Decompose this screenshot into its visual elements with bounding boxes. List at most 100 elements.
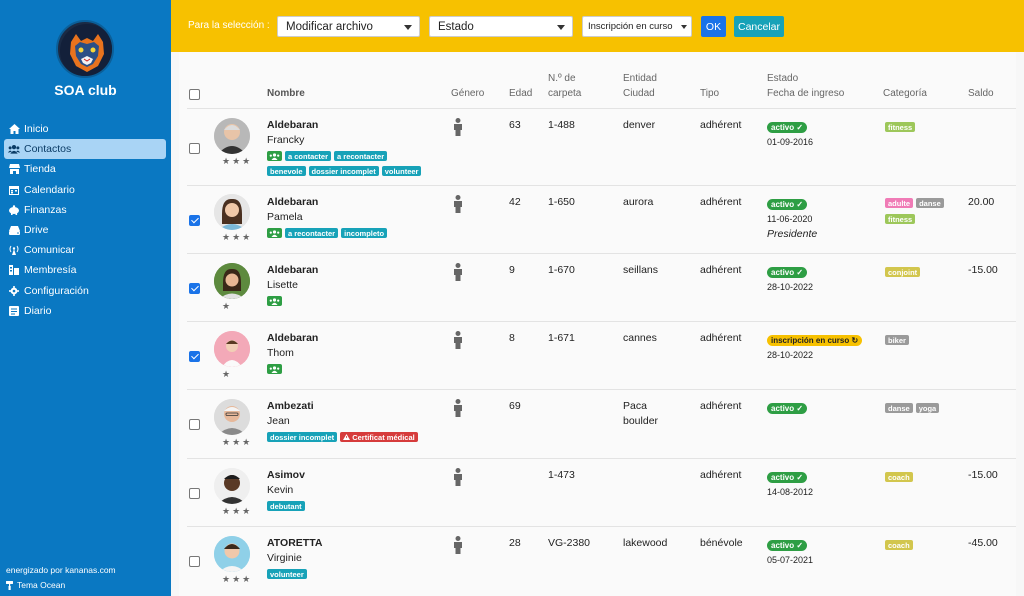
status-badge[interactable]: activo ✓	[767, 122, 808, 133]
category-tag[interactable]: coach	[885, 472, 913, 482]
col-header-tipo[interactable]: Tipo	[700, 86, 719, 101]
category-tag[interactable]: danse	[885, 403, 913, 413]
contact-last-name[interactable]: Aldebaran	[267, 331, 318, 346]
tag[interactable]: incompleto	[341, 228, 388, 238]
status-badge[interactable]: activo ✓	[767, 267, 808, 278]
col-header-edad[interactable]: Edad	[509, 86, 532, 101]
city-value: aurora	[623, 196, 654, 208]
tag[interactable]: dossier incomplet	[308, 166, 379, 176]
tag-certificate[interactable]: Certificat médical	[340, 432, 418, 442]
table-row[interactable]: ★★★ Aldebaran Pamela a recontacter incom…	[187, 185, 1016, 253]
club-logo[interactable]	[56, 20, 114, 78]
tag-list	[267, 296, 282, 306]
sidebar-item-calendario[interactable]: Calendario	[4, 180, 166, 200]
col-header-estado[interactable]: Estado Fecha de ingreso	[767, 71, 844, 101]
sidebar-item-comunicar[interactable]: Comunicar	[4, 240, 166, 260]
row-checkbox[interactable]	[189, 488, 200, 499]
tag[interactable]: benevole	[267, 166, 306, 176]
select-all-checkbox[interactable]	[189, 89, 200, 100]
category-tag[interactable]: fitness	[885, 122, 916, 132]
tag-list	[267, 364, 282, 374]
tag[interactable]: volunteer	[381, 166, 422, 176]
rating-stars: ★★★	[222, 506, 253, 516]
contact-last-name[interactable]: Asimov	[267, 468, 305, 483]
sidebar-item-finanzas[interactable]: Finanzas	[4, 200, 166, 220]
col-header-entidad[interactable]: Entidad Ciudad	[623, 71, 657, 101]
contact-last-name[interactable]: Aldebaran	[267, 263, 318, 278]
table-row[interactable]: ★ Aldebaran Lisette 9 1-670 seillans adh…	[187, 253, 1016, 321]
rating-stars: ★★★	[222, 574, 253, 584]
contact-last-name[interactable]: Ambezati	[267, 399, 314, 414]
col-header-saldo[interactable]: Saldo	[968, 86, 994, 101]
sidebar-item-drive[interactable]: Drive	[4, 220, 166, 240]
field-select[interactable]: Estado	[429, 16, 573, 37]
col-header-categoria[interactable]: Categoría	[883, 86, 927, 101]
tag[interactable]: volunteer	[267, 569, 307, 579]
tag[interactable]: dossier incomplet	[267, 432, 338, 442]
join-date: 28-10-2022	[767, 282, 814, 292]
col-header-carpeta-line1: N.º de	[548, 73, 576, 84]
row-checkbox[interactable]	[189, 556, 200, 567]
contact-last-name[interactable]: ATORETTA	[267, 536, 322, 551]
age-value: 9	[509, 264, 515, 276]
person-icon	[454, 331, 462, 349]
type-value: adhérent	[700, 264, 742, 276]
avatar	[214, 194, 250, 230]
category-tag[interactable]: coach	[885, 540, 913, 550]
sidebar-item-tienda[interactable]: Tienda	[4, 159, 166, 179]
status-badge[interactable]: activo ✓	[767, 199, 808, 210]
sidebar-item-configuracion[interactable]: Configuración	[4, 281, 166, 301]
cancel-button[interactable]: Cancelar	[734, 16, 784, 37]
contact-first-name: Kevin	[267, 484, 294, 496]
contact-last-name[interactable]: Aldebaran	[267, 118, 318, 133]
category-tag[interactable]: biker	[885, 335, 909, 345]
category-tag[interactable]: danse	[916, 198, 944, 208]
age-value: 63	[509, 119, 521, 131]
status-badge[interactable]: activo ✓	[767, 403, 808, 414]
status-badge[interactable]: activo ✓	[767, 472, 808, 483]
row-checkbox[interactable]	[189, 419, 200, 430]
contact-last-name[interactable]: Aldebaran	[267, 195, 318, 210]
category-tag[interactable]: fitness	[885, 214, 916, 224]
rating-stars: ★★★	[222, 232, 253, 242]
sidebar-item-contactos[interactable]: Contactos	[4, 139, 166, 160]
row-checkbox[interactable]	[189, 143, 200, 154]
status-badge[interactable]: activo ✓	[767, 540, 808, 551]
sidebar-item-membresia[interactable]: Membresía	[4, 260, 166, 280]
tag[interactable]: a recontacter	[334, 151, 388, 161]
sidebar-item-diario[interactable]: Diario	[4, 301, 166, 321]
col-header-nombre[interactable]: Nombre	[267, 86, 305, 101]
row-checkbox[interactable]	[189, 283, 200, 294]
folder-number: 1-488	[548, 119, 575, 131]
role-label: Presidente	[767, 228, 818, 240]
table-row[interactable]: ★★★ Aldebaran Francky a contacter a reco…	[187, 108, 1016, 185]
tag[interactable]: a contacter	[285, 151, 332, 161]
category-tag[interactable]: adulte	[885, 198, 914, 208]
tag[interactable]: debutant	[267, 501, 305, 511]
table-row[interactable]: ★★★ ATORETTA Virginie volunteer 28 VG-23…	[187, 526, 1016, 594]
status-badge[interactable]: inscripción en curso ↻	[767, 335, 863, 346]
row-checkbox[interactable]	[189, 215, 200, 226]
sidebar-item-inicio[interactable]: Inicio	[4, 119, 166, 139]
table-row[interactable]: ★ Aldebaran Thom 8 1-671 cannes adhérent…	[187, 321, 1016, 389]
col-header-carpeta[interactable]: N.º de carpeta	[548, 71, 581, 101]
col-header-estado-line2: Fecha de ingreso	[767, 88, 845, 99]
col-header-entidad-line1: Entidad	[623, 73, 657, 84]
age-value: 8	[509, 332, 515, 344]
value-select[interactable]: Inscripción en curso	[582, 16, 692, 37]
category-tag[interactable]: conjoint	[885, 267, 921, 277]
row-checkbox[interactable]	[189, 351, 200, 362]
category-tag[interactable]: yoga	[915, 403, 940, 413]
category-list: coach	[885, 540, 913, 550]
theme-link[interactable]: Tema Ocean	[6, 580, 65, 590]
tag[interactable]: a recontacter	[285, 228, 339, 238]
col-header-genero[interactable]: Género	[451, 86, 484, 101]
city-value: Paca	[623, 400, 647, 412]
table-row[interactable]: ★★★ Ambezati Jean dossier incomplet Cert…	[187, 389, 1016, 458]
type-value: adhérent	[700, 469, 742, 481]
action-select[interactable]: Modificar archivo	[277, 16, 420, 37]
ok-button[interactable]: OK	[701, 16, 726, 37]
table-row[interactable]: ★★★ Asimov Kevin debutant 1-473 adhérent…	[187, 458, 1016, 526]
tag-list: a contacter a recontacter	[267, 151, 388, 161]
action-select-value: Modificar archivo	[286, 20, 373, 33]
